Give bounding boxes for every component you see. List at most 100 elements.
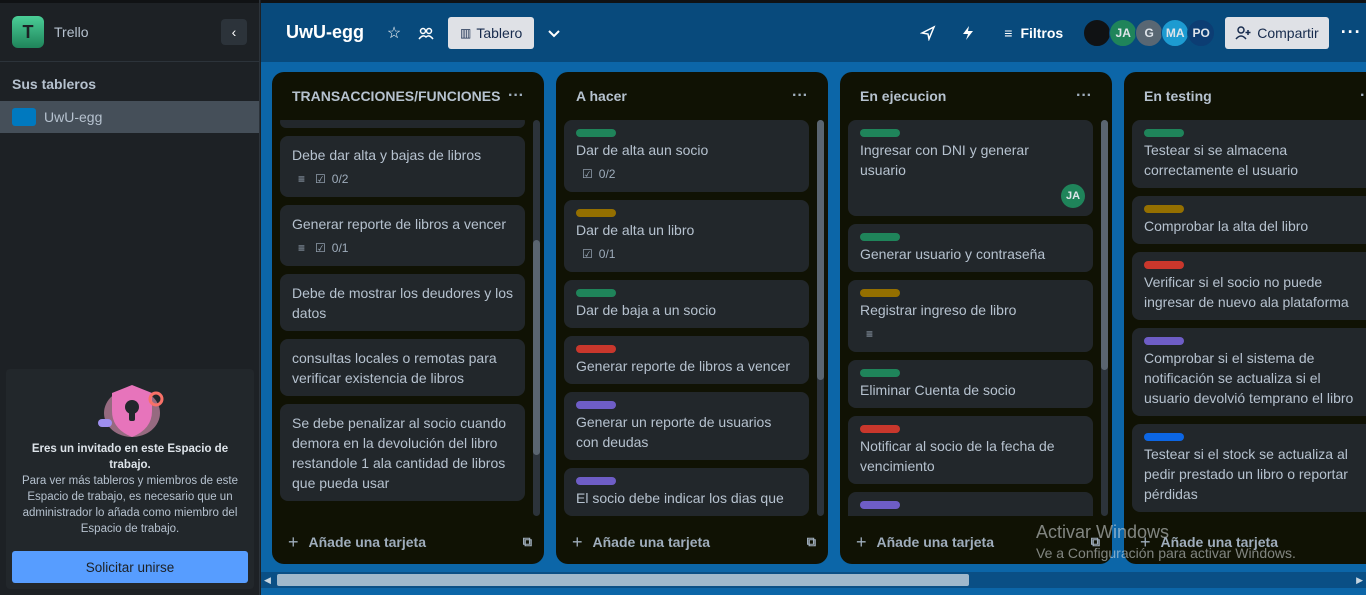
card-title: Dar de baja a un socio [576,302,717,318]
list-header[interactable]: TRANSACCIONES/FUNCIONES ··· [272,72,544,120]
list-scrollbar[interactable] [533,120,540,516]
card[interactable]: Registrar ingreso de libro ≡ [848,280,1093,352]
add-card-button[interactable]: + Añade una tarjeta ⧉ [288,532,532,552]
card[interactable]: Comprobar la alta del libro [1132,196,1366,244]
card-label[interactable] [1144,129,1184,137]
boards-section-title: Sus tableros [12,76,97,92]
avatar[interactable]: G [1135,18,1164,47]
card-label[interactable] [576,401,616,409]
card[interactable]: Se debe penalizar al socio cuando demora… [280,404,525,501]
card-partial[interactable] [280,120,525,128]
scroll-left-icon[interactable]: ◀ [264,575,271,586]
checklist-count: 0/1 [598,247,616,261]
list-title[interactable]: En testing [1144,88,1212,104]
list-title[interactable]: A hacer [576,88,627,104]
list-header[interactable]: A hacer ··· [556,72,828,120]
card[interactable]: consultas locales o remotas para verific… [280,339,525,396]
sidebar-item-board[interactable]: UwU-egg [0,101,259,133]
visibility-icon[interactable] [410,17,442,49]
card-badges: ☑ 0/1 [576,244,797,264]
card-template-icon[interactable]: ⧉ [807,534,816,550]
chevron-down-icon[interactable] [538,17,570,49]
list-menu-icon[interactable]: ··· [792,87,808,105]
workspace-name[interactable]: Trello [54,24,89,40]
card[interactable]: Testear si se almacena correctamente el … [1132,120,1366,188]
card-label[interactable] [860,129,900,137]
avatar[interactable] [1083,18,1112,47]
card-label[interactable] [860,369,900,377]
list-menu-icon[interactable]: ··· [1076,87,1092,105]
list-title[interactable]: En ejecucion [860,88,946,104]
collapse-sidebar-button[interactable]: ‹ [221,19,247,45]
board-menu-icon[interactable]: ··· [1341,22,1362,43]
board-view-button[interactable]: ▥ Tablero [448,16,535,49]
card[interactable]: Verificar si el socio no puede ingresar … [1132,252,1366,320]
horizontal-scroll-thumb[interactable] [277,574,969,586]
list-menu-icon[interactable]: ··· [508,87,524,105]
card-label[interactable] [1144,433,1184,441]
avatar[interactable]: JA [1109,18,1138,47]
add-card-button[interactable]: + Añade una tarjeta ⧉ [572,532,816,552]
card[interactable]: Generar usuario y contraseña [848,224,1093,272]
card-list: Ingresar con DNI y generar usuario JA Gene… [848,120,1093,516]
plus-icon: + [288,531,299,552]
filter-button[interactable]: ≡ Filtros [1004,25,1063,41]
board-members: JA G MA PO [1083,18,1216,47]
card[interactable]: Dar de alta un libro ☑ 0/1 [564,200,809,272]
card-label[interactable] [576,477,616,485]
card-template-icon[interactable]: ⧉ [523,534,532,550]
board-view-label: Tablero [476,24,523,41]
card-label[interactable] [576,209,616,217]
card-label[interactable] [860,289,900,297]
share-button[interactable]: Compartir [1225,16,1329,49]
card[interactable]: Actualizar el estado de deuda [848,492,1093,516]
card[interactable]: Generar reporte de libros a vencer ≡ ☑ 0/1 [280,205,525,266]
workspace-logo[interactable]: T [12,16,44,48]
card-member-avatar[interactable]: JA [1061,184,1085,208]
card[interactable]: Dar de baja a un socio [564,280,809,328]
card[interactable]: El socio debe indicar los dias que [564,468,809,516]
card-badges: ≡ ☑ 0/2 [292,169,513,189]
card[interactable]: Debe dar alta y bajas de libros ≡ ☑ 0/2 [280,136,525,197]
card[interactable]: Notificar al socio de la fecha de vencim… [848,416,1093,484]
add-card-label: Añade una tarjeta [876,534,994,550]
card-label[interactable] [860,233,900,241]
power-ups-icon[interactable] [912,17,944,49]
list-header[interactable]: En testing ··· [1124,72,1366,120]
card-label[interactable] [860,425,900,433]
card-title: Registrar ingreso de libro [860,302,1017,318]
automation-icon[interactable] [952,17,984,49]
card-label[interactable] [576,345,616,353]
avatar[interactable]: MA [1161,18,1190,47]
list-title[interactable]: TRANSACCIONES/FUNCIONES [292,88,500,104]
avatar[interactable]: PO [1187,18,1216,47]
card-label[interactable] [1144,205,1184,213]
card[interactable]: Generar reporte de libros a vencer [564,336,809,384]
card-label[interactable] [1144,261,1184,269]
card[interactable]: Testear si el stock se actualiza al pedi… [1132,424,1366,512]
list-menu-icon[interactable]: ··· [1360,87,1366,105]
board-title[interactable]: UwU-egg [286,22,364,43]
list-scrollbar[interactable] [1101,120,1108,516]
card[interactable]: Ingresar con DNI y generar usuario JA [848,120,1093,216]
scroll-right-icon[interactable]: ▶ [1356,575,1363,586]
list-header[interactable]: En ejecucion ··· [840,72,1112,120]
list-scroll-thumb[interactable] [1101,120,1108,370]
request-join-button[interactable]: Solicitar unirse [12,551,248,583]
card[interactable]: Comprobar si el sistema de notificación … [1132,328,1366,416]
checklist-icon: ☑ [315,172,326,186]
card-label[interactable] [576,289,616,297]
card-label[interactable] [1144,337,1184,345]
card[interactable]: Debe de mostrar los deudores y los datos [280,274,525,331]
card[interactable]: Generar un reporte de usuarios con deuda… [564,392,809,460]
list-scrollbar[interactable] [817,120,824,516]
list-scroll-thumb[interactable] [817,120,824,380]
card-label[interactable] [576,129,616,137]
card[interactable]: Dar de alta aun socio ☑ 0/2 [564,120,809,192]
horizontal-scrollbar[interactable]: ◀ ▶ [261,572,1366,588]
star-icon[interactable]: ☆ [378,17,410,49]
list: En testing ··· Testear si se almacena corr… [1124,72,1366,564]
card[interactable]: Eliminar Cuenta de socio [848,360,1093,408]
list-scroll-thumb[interactable] [533,240,540,455]
card-label[interactable] [860,501,900,509]
